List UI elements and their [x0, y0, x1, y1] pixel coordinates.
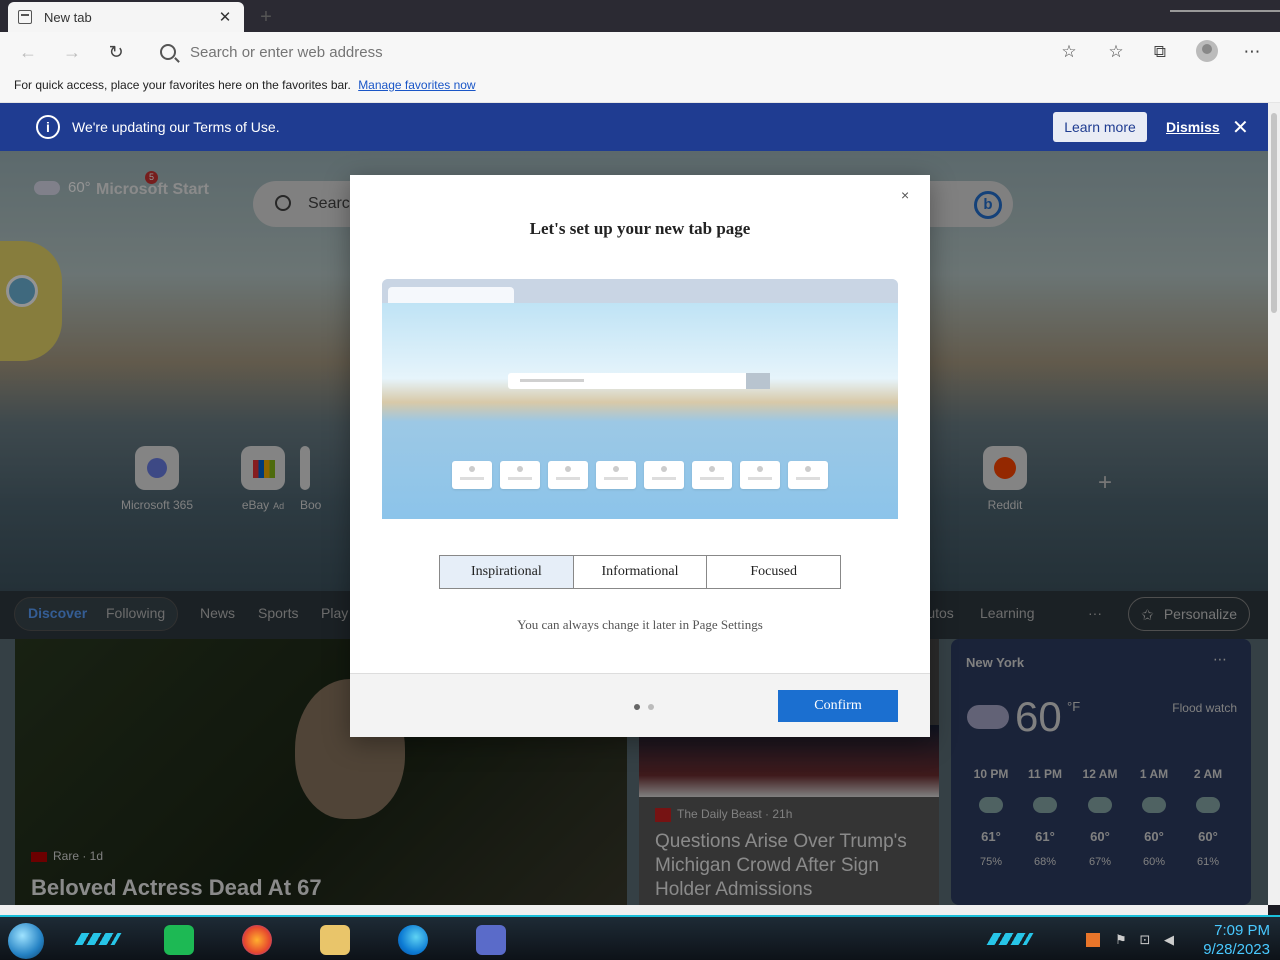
preview-tile	[452, 461, 492, 489]
option-informational[interactable]: Informational	[573, 556, 708, 588]
dismiss-link[interactable]: Dismiss	[1166, 119, 1220, 135]
preview-tile	[692, 461, 732, 489]
preview-tile	[500, 461, 540, 489]
preview-tile	[596, 461, 636, 489]
firefox-icon[interactable]	[242, 925, 272, 955]
option-focused[interactable]: Focused	[707, 556, 841, 588]
dialog-title: Let's set up your new tab page	[529, 219, 751, 238]
profile-avatar[interactable]	[1196, 40, 1218, 62]
favorites-bar: For quick access, place your favorites h…	[0, 72, 1280, 103]
close-icon[interactable]: ✕	[1232, 115, 1249, 140]
browser-toolbar: ← → ↻ ☆ ☆ ⧉ ⋯	[0, 32, 1280, 72]
new-tab-page-icon	[18, 10, 32, 24]
page-dot	[648, 704, 654, 710]
taskbar-decoration	[74, 933, 122, 945]
setup-dialog: × Let's set up your new tab page Inspira…	[350, 175, 930, 737]
layout-preview-image	[382, 279, 898, 519]
vertical-scrollbar[interactable]	[1268, 103, 1280, 905]
collections-icon[interactable]: ⧉	[1148, 40, 1172, 64]
horizontal-scrollbar[interactable]	[0, 905, 1268, 915]
window-controls[interactable]	[1170, 0, 1280, 12]
favorites-icon[interactable]: ☆	[1104, 40, 1128, 64]
back-arrow-icon[interactable]: ←	[16, 40, 40, 64]
preview-landscape	[382, 303, 898, 519]
edge-icon[interactable]	[398, 925, 428, 955]
favorites-bar-text: For quick access, place your favorites h…	[14, 78, 351, 92]
terms-banner: i We're updating our Terms of Use. Learn…	[0, 103, 1268, 151]
confirm-button[interactable]: Confirm	[778, 690, 898, 722]
search-icon	[160, 44, 176, 60]
manage-favorites-link[interactable]: Manage favorites now	[358, 78, 475, 92]
layout-options: Inspirational Informational Focused	[439, 555, 841, 589]
network-icon[interactable]: ⊡	[1138, 933, 1152, 947]
tab-new-tab[interactable]: New tab ✕	[8, 2, 244, 32]
close-icon[interactable]: ×	[901, 187, 909, 203]
address-input[interactable]	[190, 43, 590, 61]
preview-tile	[788, 461, 828, 489]
new-tab-plus-icon[interactable]: +	[256, 6, 276, 29]
dialog-footer: Confirm	[350, 673, 930, 737]
preview-search-box	[508, 373, 770, 389]
more-menu-icon[interactable]: ⋯	[1240, 40, 1264, 64]
file-explorer-icon[interactable]	[320, 925, 350, 955]
page-dot-active	[634, 704, 640, 710]
taskbar: ⚑ ⊡ ◀ 7:09 PM 9/28/2023	[0, 915, 1280, 960]
learn-more-button[interactable]: Learn more	[1053, 112, 1147, 142]
refresh-icon[interactable]: ↻	[104, 40, 128, 64]
address-bar[interactable]	[146, 37, 1056, 67]
preview-tile	[548, 461, 588, 489]
volume-icon[interactable]: ◀	[1162, 933, 1176, 947]
active-window-icon[interactable]	[476, 925, 506, 955]
scrollbar-thumb[interactable]	[1271, 113, 1277, 313]
tray-app-icon[interactable]	[1086, 933, 1100, 947]
start-button[interactable]	[8, 923, 44, 959]
forward-arrow-icon[interactable]: →	[60, 40, 84, 64]
close-tab-icon[interactable]: ✕	[216, 8, 234, 26]
add-favorite-star-icon[interactable]: ☆	[1057, 40, 1081, 64]
preview-search-button	[746, 373, 770, 389]
spotify-icon[interactable]	[164, 925, 194, 955]
system-clock[interactable]: 7:09 PM 9/28/2023	[1186, 921, 1270, 959]
tab-title: New tab	[44, 9, 92, 25]
info-icon: i	[36, 115, 60, 139]
flag-icon[interactable]: ⚑	[1114, 933, 1128, 947]
tab-strip: New tab ✕ +	[0, 0, 1280, 32]
taskbar-decoration	[986, 933, 1034, 945]
clock-date: 9/28/2023	[1203, 941, 1270, 958]
clock-time: 7:09 PM	[1214, 922, 1270, 939]
preview-tile	[644, 461, 684, 489]
dialog-hint: You can always change it later in Page S…	[517, 617, 763, 632]
preview-tile	[740, 461, 780, 489]
banner-message: We're updating our Terms of Use.	[72, 119, 280, 135]
option-inspirational[interactable]: Inspirational	[440, 556, 574, 588]
